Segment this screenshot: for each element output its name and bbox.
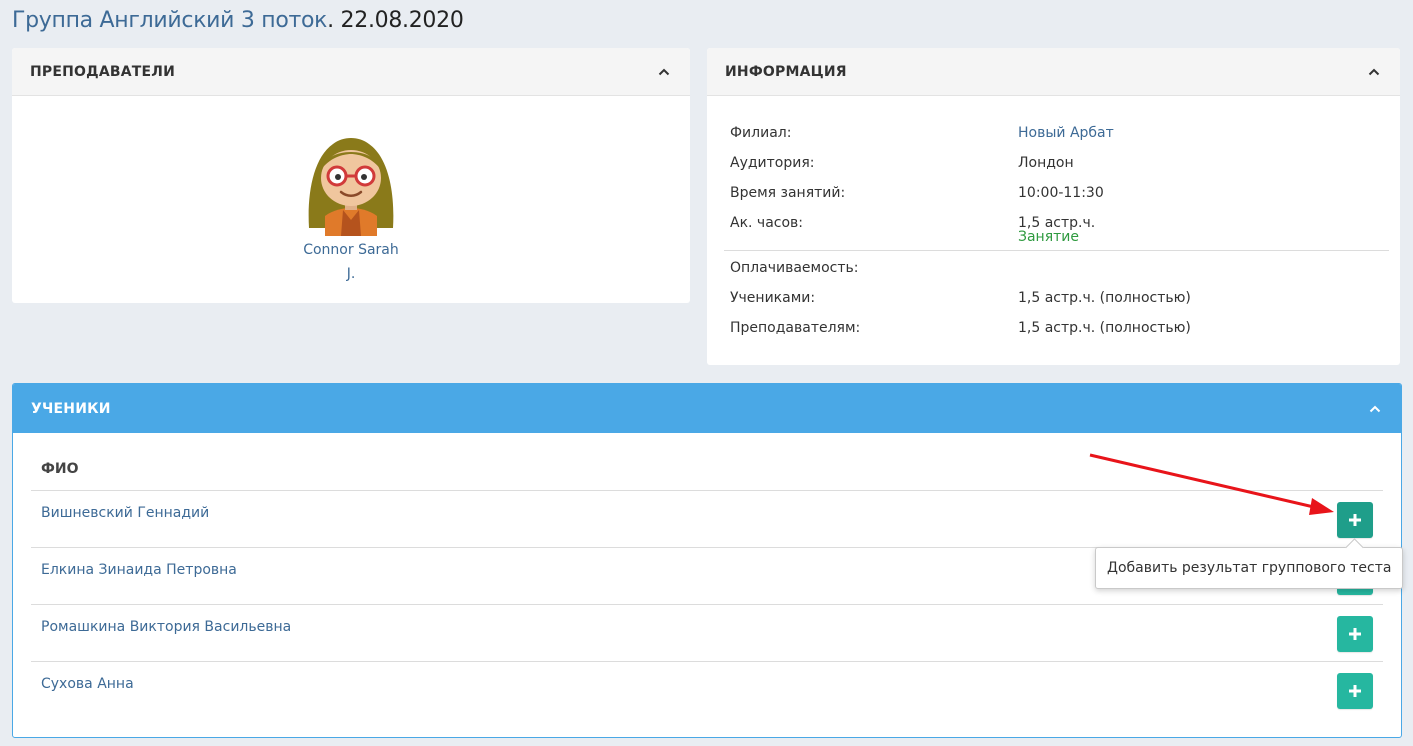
info-row-payment-teachers: Преподавателям: 1,5 астр.ч. (полностью)	[730, 320, 1191, 336]
students-panel-title: УЧЕНИКИ	[31, 400, 111, 417]
info-body: Филиал: Новый Арбат Аудитория: Лондон Вр…	[707, 96, 1400, 343]
info-panel-title: ИНФОРМАЦИЯ	[725, 63, 847, 80]
student-name-link[interactable]: Сухова Анна	[41, 676, 134, 692]
teachers-panel-header: ПРЕПОДАВАТЕЛИ	[12, 48, 690, 96]
teacher-name-link[interactable]: Connor Sarah J.	[303, 238, 399, 286]
teacher-avatar[interactable]	[303, 124, 399, 236]
lesson-date: . 22.08.2020	[327, 8, 464, 33]
plus-icon	[1349, 628, 1361, 640]
student-name-link[interactable]: Ромашкина Виктория Васильевна	[41, 619, 291, 635]
info-row-branch: Филиал: Новый Арбат	[730, 118, 1383, 148]
column-header-fio: ФИО	[31, 461, 1383, 491]
plus-icon	[1349, 514, 1361, 526]
add-group-test-result-button[interactable]	[1337, 502, 1373, 538]
table-row: Ромашкина Виктория Васильевна	[31, 605, 1383, 662]
chevron-up-icon[interactable]	[656, 64, 672, 80]
page-title: Группа Английский 3 поток. 22.08.2020	[12, 8, 464, 33]
info-panel: ИНФОРМАЦИЯ Филиал: Новый Арбат Аудитория…	[707, 48, 1400, 365]
plus-icon	[1349, 685, 1361, 697]
add-group-test-result-button[interactable]	[1337, 616, 1373, 652]
student-name-link[interactable]: Вишневский Геннадий	[41, 505, 209, 521]
branch-link[interactable]: Новый Арбат	[1018, 118, 1114, 148]
divider	[724, 250, 1389, 251]
info-row-room: Аудитория: Лондон	[730, 155, 1074, 171]
group-link[interactable]: Группа Английский 3 поток	[12, 8, 327, 33]
add-group-test-result-button[interactable]	[1337, 673, 1373, 709]
teachers-panel: ПРЕПОДАВАТЕЛИ Connor Sarah J.	[12, 48, 690, 303]
student-name-link[interactable]: Елкина Зинаида Петровна	[41, 562, 237, 578]
table-row: Сухова Анна	[31, 662, 1383, 719]
lesson-type-label: Занятие	[1018, 229, 1079, 245]
info-row-time: Время занятий: 10:00-11:30	[730, 185, 1104, 201]
info-row-payment-students: Учениками: 1,5 астр.ч. (полностью)	[730, 290, 1191, 306]
teachers-panel-title: ПРЕПОДАВАТЕЛИ	[30, 63, 176, 80]
teacher-card: Connor Sarah J.	[12, 124, 690, 286]
chevron-up-icon[interactable]	[1366, 64, 1382, 80]
info-row-payment: Оплачиваемость:	[730, 260, 859, 276]
info-panel-header: ИНФОРМАЦИЯ	[707, 48, 1400, 96]
chevron-up-icon[interactable]	[1367, 401, 1383, 417]
table-row: Вишневский Геннадий	[31, 491, 1383, 548]
tooltip: Добавить результат группового теста	[1095, 547, 1404, 589]
students-panel-header: УЧЕНИКИ	[13, 384, 1401, 433]
